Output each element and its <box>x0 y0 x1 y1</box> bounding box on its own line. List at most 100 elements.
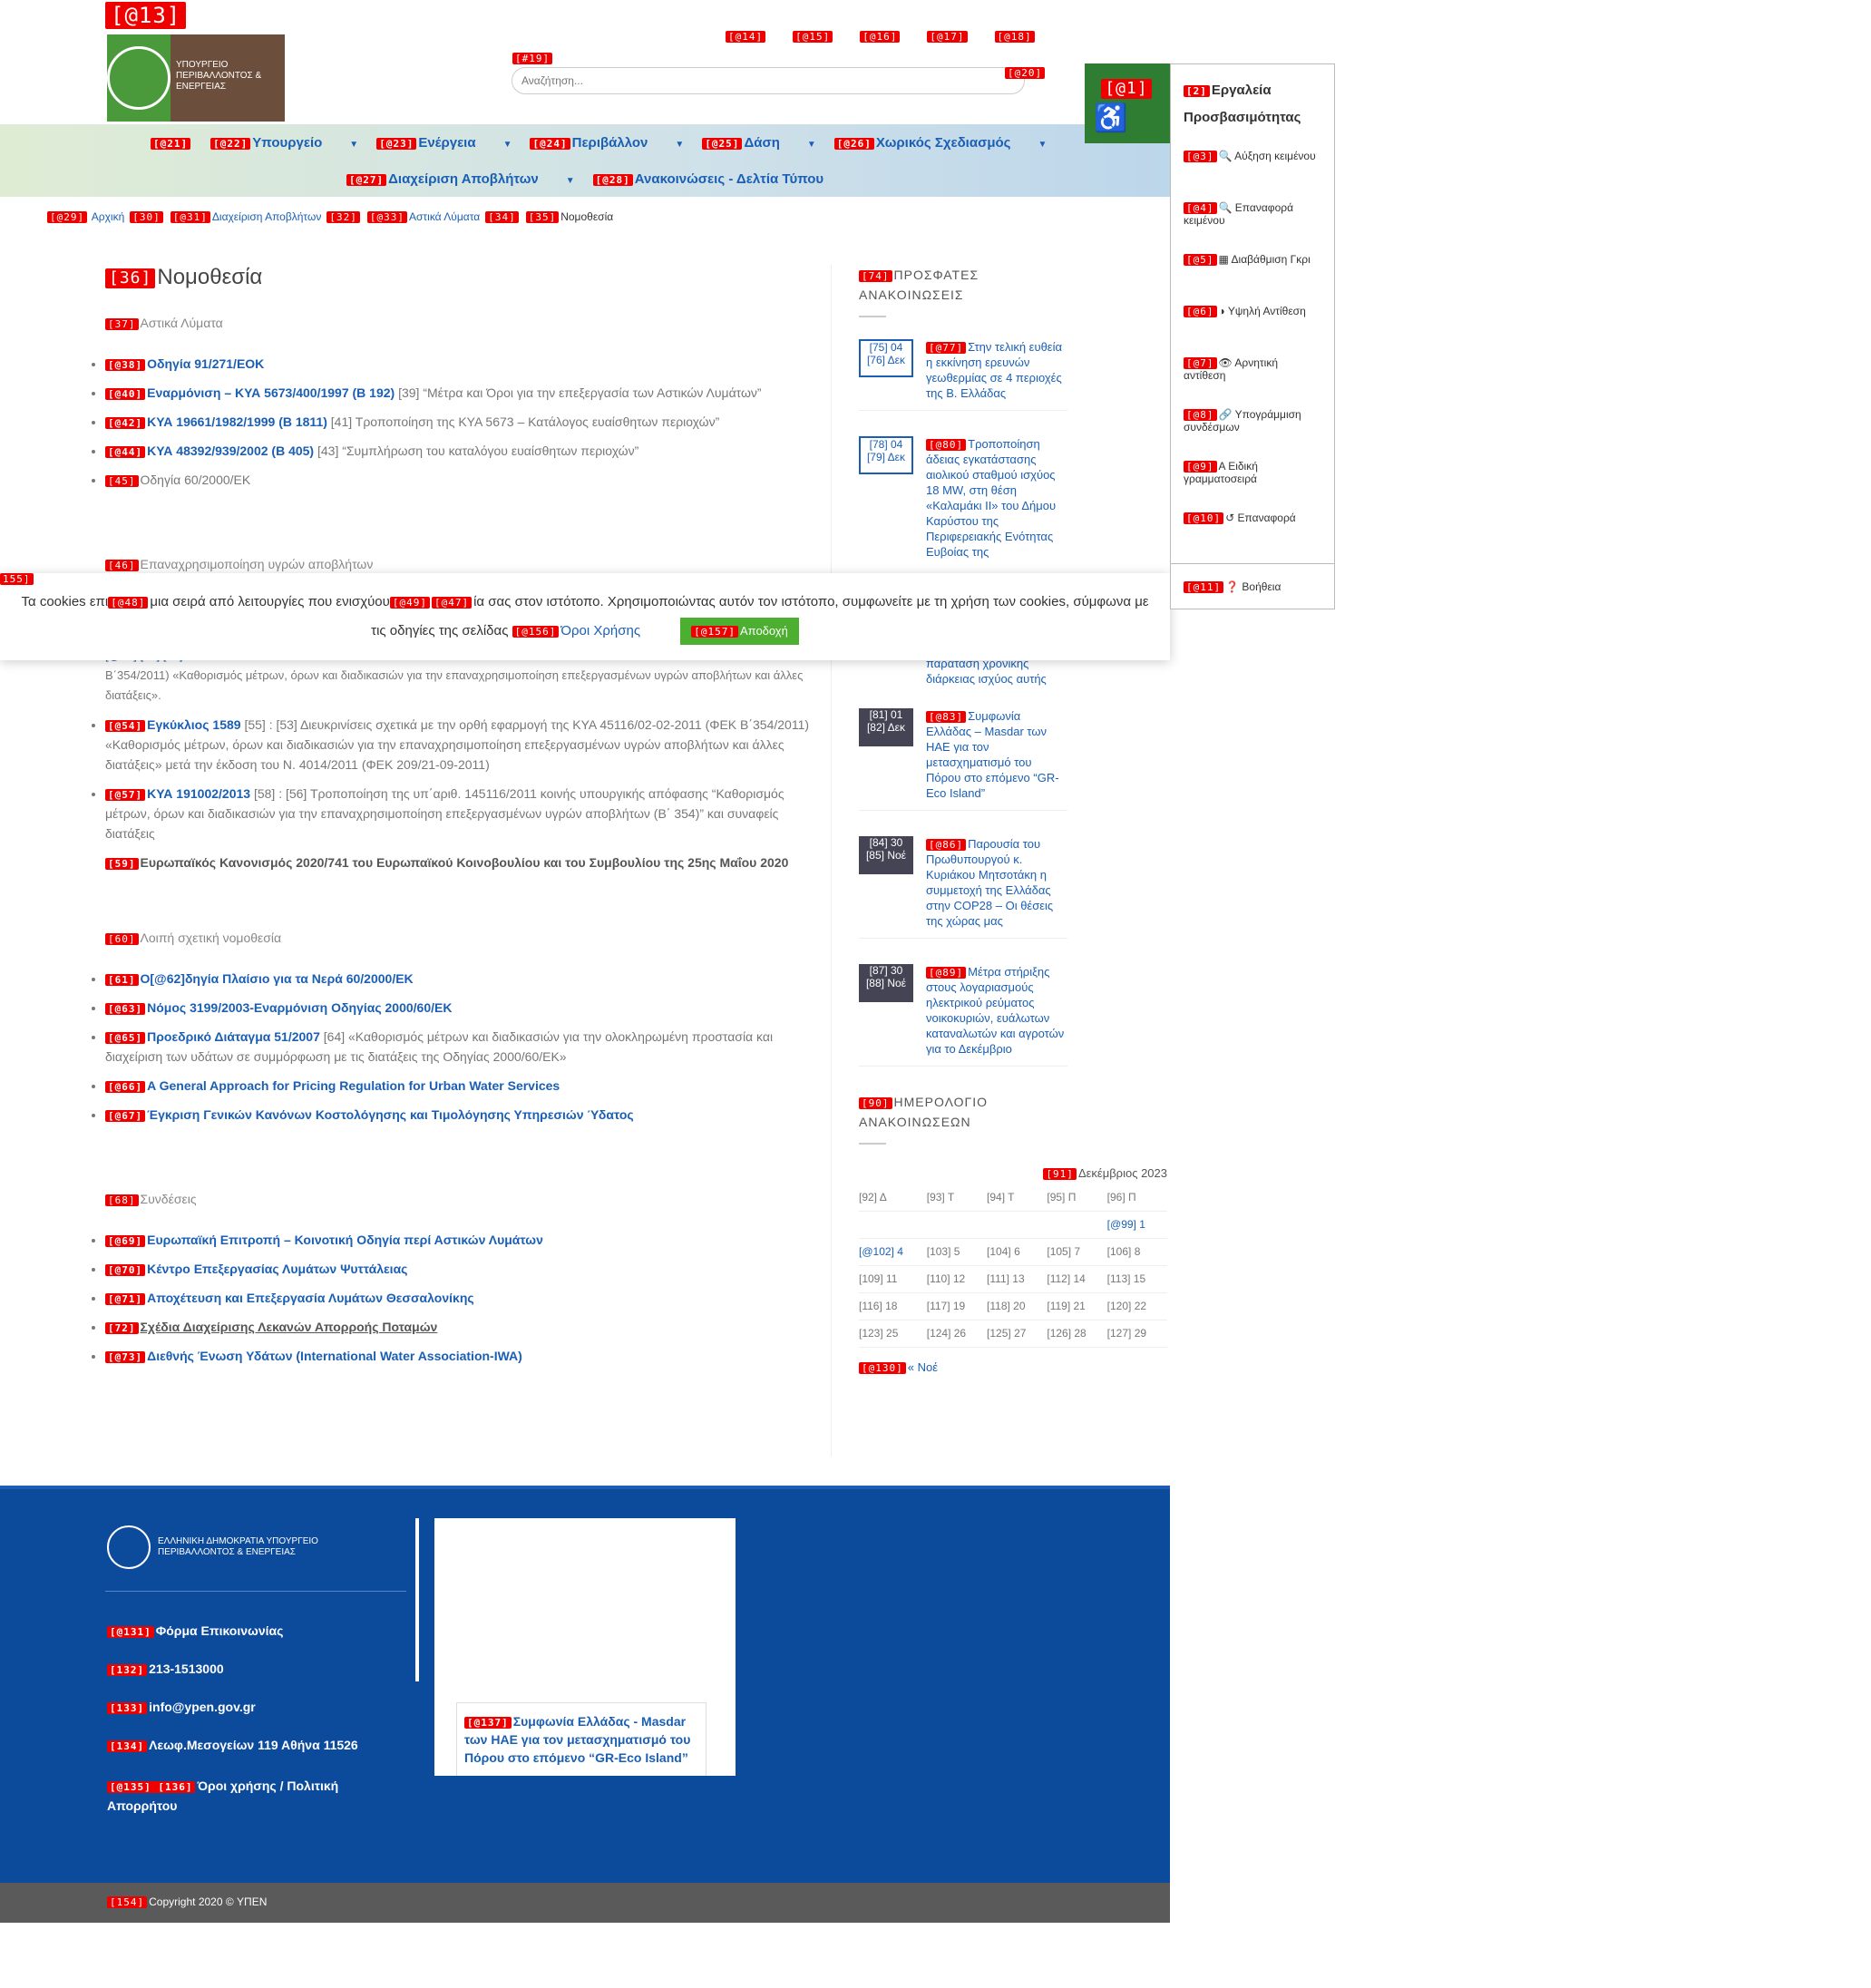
news-heading: [74] ΠΡΟΣΦΑΤΕΣ ΑΝΑΚΟΙΝΩΣΕΙΣ <box>859 265 1067 317</box>
nav-item-home[interactable]: [@21] <box>151 135 192 151</box>
breadcrumb-waste[interactable]: [@31] Διαχείριση Αποβλήτων <box>170 210 321 224</box>
law-link[interactable]: [@63] Νόμος 3199/2003-Εναρμόνιση Οδηγίας … <box>105 1000 452 1015</box>
external-link[interactable]: [@73] Διεθνής Ένωση Υδάτων (International… <box>105 1349 522 1363</box>
footer-news-box[interactable]: [@137] Συμφωνία Ελλάδας - Masdar των ΗΑΕ … <box>434 1518 736 1776</box>
logo-text: ΥΠΟΥΡΓΕΙΟ ΠΕΡΙΒΑΛΛΟΝΤΟΣ & ΕΝΕΡΓΕΙΑΣ <box>176 60 262 92</box>
news-link[interactable]: [@86] Παρουσία του Πρωθυπουργού κ. Κυριάκ… <box>926 836 1067 929</box>
law-link[interactable]: [@42] ΚΥΑ 19661/1982/1999 (Β 1811) <box>105 414 327 429</box>
calendar-day[interactable]: [@102] 4 <box>859 1238 927 1266</box>
ministry-logo[interactable]: ΥΠΟΥΡΓΕΙΟ ΠΕΡΙΒΑΛΛΟΝΤΟΣ & ΕΝΕΡΓΕΙΑΣ <box>107 34 285 122</box>
cookie-text: Τα cookies επι [@48] μια σειρά από λειτουρ… <box>21 594 1149 609</box>
news-item[interactable]: [81] 01 [82] Δεκ [@83] Συμφωνία Ελλάδας – … <box>859 708 1067 811</box>
law-link[interactable]: [@67] Έγκριση Γενικών Κανόνων Κοστολόγηση… <box>105 1107 634 1122</box>
acc-increase-text[interactable]: [@3] 🔍 Αύξηση κειμένου <box>1171 150 1334 201</box>
news-item[interactable]: [87] 30 [88] Νοέ [@89] Μέτρα στήριξης στου… <box>859 964 1067 1067</box>
acc-grayscale[interactable]: [@5] ▦ Διαβάθμιση Γκρι <box>1171 253 1334 305</box>
news-thumbnail: [81] 01 [82] Δεκ <box>859 708 913 746</box>
site-header: [@13] ΥΠΟΥΡΓΕΙΟ ΠΕΡΙΒΑΛΛΟΝΤΟΣ & ΕΝΕΡΓΕΙΑ… <box>0 0 1170 124</box>
law-link[interactable]: [@38] Οδηγία 91/271/ΕΟΚ <box>105 356 264 371</box>
list-item: [@38]Οδηγία 91/271/ΕΟΚ <box>105 354 813 374</box>
breadcrumb-current: [35] Νομοθεσία <box>525 210 613 224</box>
top-link-4[interactable]: [@17] <box>927 31 968 43</box>
calendar-day: [123] 25 <box>859 1320 927 1348</box>
acc-underline-links[interactable]: [@8] 🔗 Υπογράμμιση συνδέσμων <box>1171 408 1334 460</box>
law-link[interactable]: [61] Ο[@62]δηγία Πλαίσιο για τα Νερά 60/2… <box>105 971 414 986</box>
search-input[interactable] <box>512 67 1025 94</box>
law-link[interactable]: [@66] A General Approach for Pricing Regu… <box>105 1078 560 1093</box>
footer-terms-link[interactable]: [@135] [136] Όροι χρήσης / Πολιτική Απορρ… <box>107 1776 408 1816</box>
news-link[interactable]: [@77] Στην τελική ευθεία η εκκίνηση ερευν… <box>926 339 1067 401</box>
chevron-down-icon: ▼ <box>806 140 816 150</box>
calendar-day[interactable]: [@99] 1 <box>1106 1211 1167 1239</box>
contact-form-link[interactable]: [@131] Φόρμα Επικοινωνίας <box>107 1623 283 1638</box>
breadcrumb-sep: [30] <box>130 210 163 223</box>
calendar-day: [127] 29 <box>1106 1320 1167 1348</box>
main-content: [36]Νομοθεσία [37]Αστικά Λύματα [@38]Οδη… <box>105 265 813 1375</box>
chevron-down-icon: ▼ <box>1038 140 1048 150</box>
zoom-in-icon: 🔍 <box>1218 150 1233 162</box>
law-link[interactable]: [@57] ΚΥΑ 191002/2013 <box>105 786 250 801</box>
law-link[interactable]: [@65] Προεδρικό Διάταγμα 51/2007 <box>105 1029 320 1044</box>
breadcrumb-home[interactable]: [@29] Αρχική <box>47 210 124 224</box>
law-link[interactable]: [@40] Εναρμόνιση – ΚΥΑ 5673/400/1997 (Β 1… <box>105 385 395 400</box>
nav-item-energy[interactable]: [@23] Ενέργεια ▼ <box>376 135 512 151</box>
calendar-day-header: [96] Π <box>1106 1184 1167 1212</box>
breadcrumb-urban-waste[interactable]: [@33] Αστικά Λύματα <box>366 210 480 224</box>
footer-phone: [132] 213-1513000 <box>107 1662 224 1676</box>
nav-item-environment[interactable]: [@24] Περιβάλλον ▼ <box>530 135 684 151</box>
top-link-2[interactable]: [@15] <box>793 31 833 43</box>
cookie-text-2: τις οδηγίες της σελίδας <box>371 623 509 638</box>
site-footer: ΕΛΛΗΝΙΚΗ ΔΗΜΟΚΡΑΤΙΑ ΥΠΟΥΡΓΕΙΟ ΠΕΡΙΒΑΛΛΟΝ… <box>0 1486 1170 1883</box>
calendar-day: [106] 8 <box>1106 1238 1167 1266</box>
acc-help[interactable]: [@11] ❓ Βοήθεια <box>1171 563 1334 609</box>
calendar-day: [111] 13 <box>987 1265 1048 1293</box>
nav-item-ministry[interactable]: [@22] Υπουργείο ▼ <box>210 135 358 151</box>
list-item: [@44]ΚΥΑ 48392/939/2002 (Β 405) [43] “Συ… <box>105 441 813 461</box>
external-link[interactable]: [@71] Αποχέτευση και Επεξεργασία Λυμάτων … <box>105 1291 474 1305</box>
calendar-day-header: [95] Π <box>1047 1184 1107 1212</box>
acc-readable-font[interactable]: [@9] A Ειδική γραμματοσειρά <box>1171 460 1334 512</box>
external-link[interactable]: [@69] Ευρωπαϊκή Επιτροπή – Κοινοτική Οδηγ… <box>105 1233 543 1247</box>
breadcrumb-sep: [34] <box>485 210 519 223</box>
breadcrumb-sep: [32] <box>326 210 360 223</box>
section-heading: [68] Συνδέσεις <box>105 1192 813 1206</box>
news-item[interactable]: [84] 30 [85] Νοέ [@86] Παρουσία του Πρωθυπ… <box>859 836 1067 939</box>
external-link[interactable]: [@70] Κέντρο Επεξεργασίας Λυμάτων Ψυττάλε… <box>105 1262 407 1276</box>
acc-negative-contrast[interactable]: [@7] 👁 Αρνητική αντίθεση <box>1171 356 1334 408</box>
list-item: [@65]Προεδρικό Διάταγμα 51/2007 [64] «Κα… <box>105 1027 813 1067</box>
top-link-1[interactable]: [@14] <box>726 31 766 43</box>
footer-email[interactable]: [133] info@ypen.gov.gr <box>107 1700 256 1714</box>
top-link-3[interactable]: [@16] <box>860 31 901 43</box>
footer-divider <box>415 1518 419 1681</box>
list-item: [@40]Εναρμόνιση – ΚΥΑ 5673/400/1997 (Β 1… <box>105 383 813 403</box>
law-link[interactable]: [@54] Εγκύκλιος 1589 <box>105 717 241 732</box>
external-link[interactable]: [72] Σχέδια Διαχείρισης Λεκανών Απορροής … <box>105 1320 437 1334</box>
nav-item-waste[interactable]: [@27] Διαχείριση Αποβλήτων ▼ <box>346 171 575 187</box>
accept-button[interactable]: [@157] Αποδοχή <box>680 618 799 645</box>
news-item[interactable]: [75] 04 [76] Δεκ [@77] Στην τελική ευθεία … <box>859 339 1067 411</box>
nav-item-spatial[interactable]: [@26] Χωρικός Σχεδιασμός ▼ <box>833 135 1048 151</box>
search-button[interactable]: [@20] <box>1005 67 1046 79</box>
acc-high-contrast[interactable]: [@6] ◑ Υψηλή Αντίθεση <box>1171 305 1334 356</box>
law-link[interactable]: [@44] ΚΥΑ 48392/939/2002 (Β 405) <box>105 443 314 458</box>
acc-reset-text[interactable]: [@4] 🔍 Επαναφορά κειμένου <box>1171 201 1334 253</box>
list-item: [45]Οδηγία 60/2000/ΕΚ <box>105 470 813 490</box>
news-link[interactable]: [@80] Τροποποίηση άδειας εγκατάστασης αιο… <box>926 436 1067 590</box>
accessibility-button[interactable]: [@1] ♿ <box>1085 63 1170 143</box>
news-link[interactable]: [@83] Συμφωνία Ελλάδας – Masdar των ΗΑΕ γ… <box>926 708 1067 801</box>
nav-item-press[interactable]: [@28] Ανακοινώσεις - Δελτία Τύπου <box>592 171 823 187</box>
footer-news-caption[interactable]: [@137] Συμφωνία Ελλάδας - Masdar των ΗΑΕ … <box>456 1702 706 1776</box>
calendar-prev-month[interactable]: [@130] « Νοέ <box>859 1360 1067 1374</box>
nav-item-forests[interactable]: [@25] Δάση ▼ <box>702 135 816 151</box>
news-link[interactable]: [@89] Μέτρα στήριξης στους λογαριασμούς η… <box>926 964 1067 1057</box>
acc-reset[interactable]: [@10] ↺ Επαναφορά <box>1171 512 1334 563</box>
top-link-5[interactable]: [@18] <box>994 31 1035 43</box>
list-item: [@71]Αποχέτευση και Επεξεργασία Λυμάτων … <box>105 1288 813 1308</box>
calendar-day: [112] 14 <box>1047 1265 1107 1293</box>
regulation-text: [59] Ευρωπαϊκός Κανονισμός 2020/741 του Ε… <box>105 853 813 872</box>
font-icon: A <box>1218 460 1225 473</box>
terms-link[interactable]: [@156] Όροι Χρήσης <box>512 623 640 638</box>
news-date: [75] 04 [76] Δεκ <box>859 339 913 377</box>
nav-row-1: [@21] [@22] Υπουργείο ▼ [@23] Ενέργεια ▼ [@2… <box>151 135 1047 151</box>
cookie-banner: Τα cookies επι [@48] μια σειρά από λειτουρ… <box>0 573 1170 660</box>
